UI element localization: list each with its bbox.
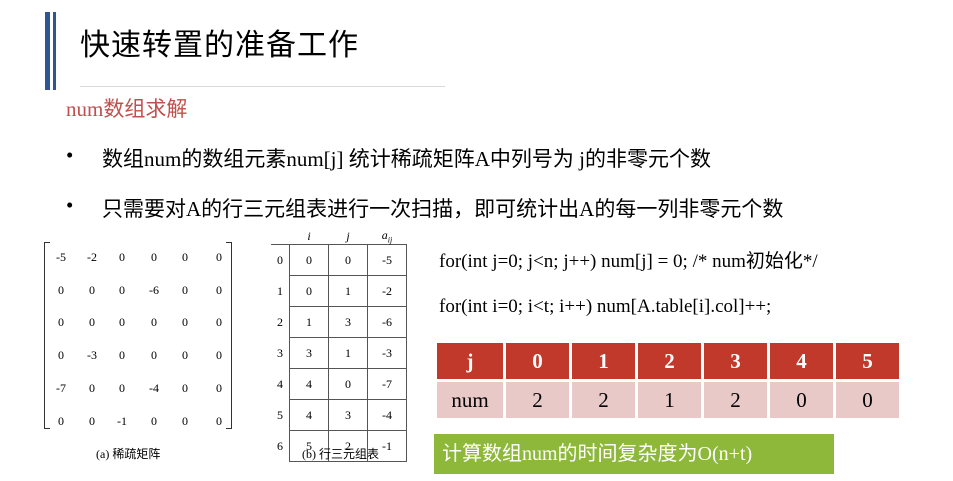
matrix-caption: (a) 稀疏矩阵 — [96, 447, 161, 461]
triple-row-index: 0 — [271, 244, 290, 276]
triple-header-blank — [271, 228, 290, 245]
bullet-text: 数组num的数组元素num[j] 统计稀疏矩阵A中列号为 j的非零元个数 — [102, 147, 711, 171]
matrix-cell: -6 — [149, 283, 159, 297]
triple-row-index: 5 — [277, 407, 283, 422]
matrix-cell: -3 — [87, 348, 97, 362]
matrix-cell: 0 — [89, 381, 95, 395]
num-table-header-cell: j — [437, 343, 506, 382]
matrix-cell: 0 — [216, 381, 222, 395]
triple-cell-value: -2 — [367, 275, 407, 308]
triple-cell-j: 0 — [328, 244, 368, 277]
matrix-cell: 0 — [182, 381, 188, 395]
matrix-cell: 0 — [216, 283, 222, 297]
matrix-cell: 0 — [119, 283, 125, 297]
matrix-cell: 0 — [151, 414, 157, 428]
triple-cell-value: -3 — [367, 337, 407, 370]
matrix-cell: 0 — [151, 250, 157, 264]
matrix-cell: 0 — [89, 283, 95, 297]
num-table-cell: 0 — [836, 382, 902, 418]
matrix-cell: 0 — [119, 315, 125, 329]
accent-bar-thin — [53, 12, 56, 90]
triple-cell-i: 0 — [289, 244, 329, 277]
triple-cell-value: -7 — [367, 368, 407, 401]
triple-cell-j: 3 — [328, 306, 368, 339]
num-table-header-cell: 0 — [506, 343, 572, 382]
triple-cell-i: 4 — [289, 368, 329, 401]
num-table-cell: 0 — [770, 382, 836, 418]
matrix-cell: 0 — [182, 348, 188, 362]
matrix-cell: 0 — [89, 315, 95, 329]
matrix-cell: 0 — [182, 315, 188, 329]
triple-cell-value: -4 — [367, 399, 407, 432]
bullet-text: 只需要对A的行三元组表进行一次扫描，即可统计出A的每一列非零元个数 — [102, 197, 784, 221]
triple-cell-j: 0 — [328, 368, 368, 401]
matrix-cell: 0 — [182, 283, 188, 297]
triple-row-index: 1 — [277, 283, 283, 298]
triple-cell-value: -5 — [367, 244, 407, 277]
matrix-cell: 0 — [119, 381, 125, 395]
triple-row-index: 6 — [277, 438, 283, 453]
matrix-cell: 0 — [58, 348, 64, 362]
triple-cell-value: -6 — [367, 306, 407, 339]
num-table-header-cell: 1 — [572, 343, 638, 382]
matrix-cell: -2 — [87, 250, 97, 264]
matrix-cell: 0 — [216, 250, 222, 264]
matrix-cell: 0 — [119, 348, 125, 362]
matrix-cell: -7 — [56, 381, 66, 395]
triple-cell-j: 1 — [328, 337, 368, 370]
triple-header-aij: aij — [368, 228, 407, 245]
num-table-header-cell: 2 — [638, 343, 704, 382]
code-line: for(int j=0; j<n; j++) num[j] = 0; /* nu… — [439, 251, 818, 272]
triple-header-aij-sub: ij — [387, 235, 393, 245]
matrix-cell: 0 — [58, 283, 64, 297]
matrix-cell: -1 — [117, 414, 127, 428]
matrix-cell: 0 — [58, 414, 64, 428]
num-table-cell: 2 — [572, 382, 638, 418]
num-table-header-cell: 4 — [770, 343, 836, 382]
num-table: j 0 1 2 3 4 5 num 2 2 1 2 0 0 — [437, 343, 902, 418]
num-table-cell: 2 — [506, 382, 572, 418]
triple-row-index: 4 — [277, 376, 283, 391]
matrix-cell: -4 — [149, 381, 159, 395]
matrix-right-bracket — [226, 242, 232, 429]
num-table-cell: num — [437, 382, 506, 418]
triple-header-i: i — [307, 228, 311, 243]
matrix-cell: 0 — [119, 250, 125, 264]
matrix-cell: 0 — [216, 348, 222, 362]
triple-cell-i: 0 — [289, 275, 329, 308]
num-table-cell: 2 — [704, 382, 770, 418]
bullet-dot: • — [66, 143, 74, 167]
code-line: for(int i=0; i<t; i++) num[A.table[i].co… — [439, 296, 772, 317]
matrix-cell: 0 — [182, 250, 188, 264]
title-divider — [80, 86, 445, 87]
matrix-left-bracket — [44, 242, 50, 429]
matrix-cell: 0 — [58, 315, 64, 329]
triple-cell-j: 3 — [328, 399, 368, 432]
matrix-cell: 0 — [216, 315, 222, 329]
sparse-matrix: -5 -2 0 0 0 0 0 0 0 -6 0 0 0 0 0 0 0 0 0 -3 0 0 0 0 -7 0 0 -4 0 0 0 0 -1… — [44, 242, 232, 429]
num-table-cell: 1 — [638, 382, 704, 418]
triple-cell-j: 1 — [328, 275, 368, 308]
matrix-cell: 0 — [151, 348, 157, 362]
num-table-header-cell: 3 — [704, 343, 770, 382]
triple-cell-i: 3 — [289, 337, 329, 370]
triple-cell-i: 1 — [289, 306, 329, 339]
bullet-dot: • — [66, 193, 74, 217]
complexity-result: 计算数组num的时间复杂度为O(n+t) — [434, 434, 834, 474]
num-table-header-cell: 5 — [836, 343, 902, 382]
triple-header-j: j — [346, 228, 350, 243]
triple-table: i j aij 0 0 0 -5 1 0 1 -2 2 1 3 -6 3 3 1 -3 4 4 0 -7 5 4 3 -4 6 5… — [271, 228, 407, 463]
matrix-cell: 0 — [89, 414, 95, 428]
accent-bar — [45, 12, 50, 90]
triple-row-index: 3 — [277, 345, 283, 360]
triple-row-index: 2 — [277, 314, 283, 329]
slide-title: 快速转置的准备工作 — [80, 28, 359, 63]
triple-cell-i: 4 — [289, 399, 329, 432]
matrix-cell: 0 — [151, 315, 157, 329]
matrix-cell: 0 — [216, 414, 222, 428]
matrix-cell: 0 — [182, 414, 188, 428]
triple-caption: (b) 行三元组表 — [302, 447, 379, 461]
matrix-cell: -5 — [56, 250, 66, 264]
slide-subtitle: num数组求解 — [66, 97, 188, 121]
